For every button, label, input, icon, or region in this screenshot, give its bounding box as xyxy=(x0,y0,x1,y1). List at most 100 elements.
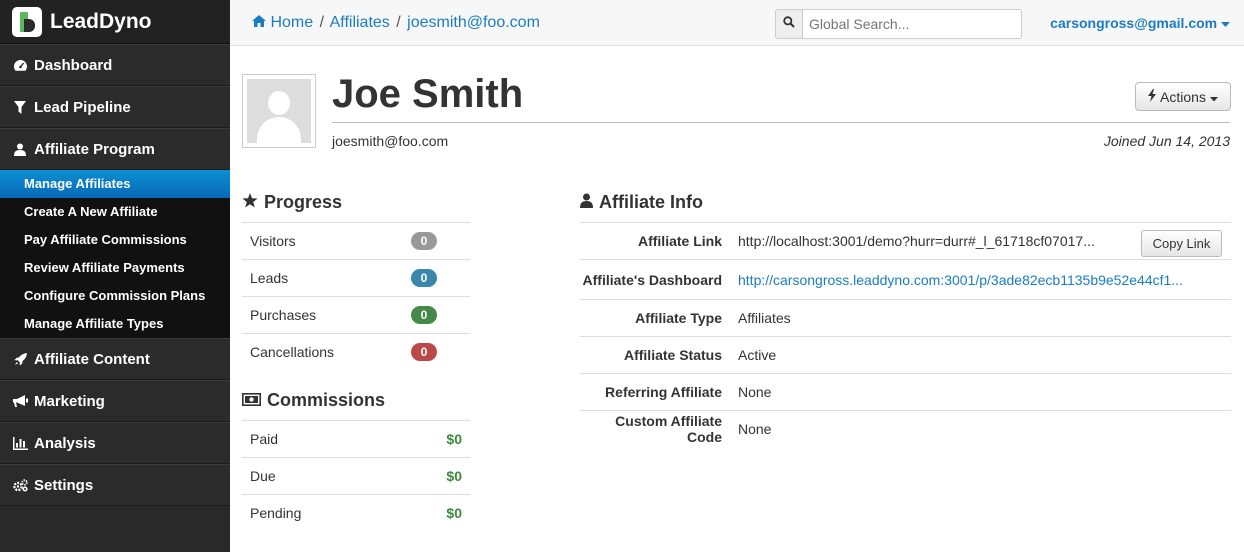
table-row: Custom Affiliate Code None xyxy=(580,410,1231,447)
sidebar-item-label: Analysis xyxy=(34,434,96,452)
table-row: Due $0 xyxy=(242,457,470,494)
leaddyno-logo-icon xyxy=(12,6,42,37)
breadcrumb-separator: / xyxy=(396,14,401,31)
breadcrumb-home[interactable]: Home xyxy=(270,14,313,31)
subnav-review-payments[interactable]: Review Affiliate Payments xyxy=(0,254,230,282)
commission-amount: $0 xyxy=(446,505,462,521)
actions-button[interactable]: Actions xyxy=(1135,82,1231,111)
info-label: Affiliate Link xyxy=(637,233,722,249)
affiliate-email: joesmith@foo.com xyxy=(332,133,449,149)
sidebar-item-lead-pipeline[interactable]: Lead Pipeline xyxy=(0,86,230,128)
info-label: Affiliate Type xyxy=(635,310,722,326)
rocket-icon xyxy=(12,352,28,366)
table-row: Affiliate Status Active xyxy=(580,336,1231,373)
affiliate-dashboard-link[interactable]: http://carsongross.leaddyno.com:3001/p/3… xyxy=(738,272,1208,288)
commission-amount: $0 xyxy=(446,431,462,447)
bullhorn-icon xyxy=(12,394,28,408)
caret-down-icon xyxy=(1209,89,1218,105)
table-row: Paid $0 xyxy=(242,420,470,457)
bar-chart-icon xyxy=(12,436,28,450)
progress-title: Progress xyxy=(264,192,343,212)
sidebar-item-affiliate-content[interactable]: Affiliate Content xyxy=(0,338,230,380)
info-value: Active xyxy=(738,347,777,363)
subnav-create-affiliate[interactable]: Create A New Affiliate xyxy=(0,198,230,226)
home-icon[interactable] xyxy=(252,14,270,31)
breadcrumb-affiliates[interactable]: Affiliates xyxy=(330,14,390,31)
global-search xyxy=(775,9,1022,39)
info-value: None xyxy=(738,421,772,437)
table-row: Visitors 0 xyxy=(242,222,470,259)
brand-name: LeadDyno xyxy=(50,9,152,33)
star-icon xyxy=(242,192,258,213)
sidebar-item-label: Settings xyxy=(34,476,94,494)
status-badge: 0 xyxy=(411,269,437,287)
avatar-placeholder-icon xyxy=(247,79,311,143)
page-title: Joe Smith xyxy=(332,72,524,116)
status-badge: 0 xyxy=(411,306,437,324)
status-badge: 0 xyxy=(411,232,437,250)
money-icon xyxy=(242,390,261,411)
table-row: Affiliate's Dashboard http://carsongross… xyxy=(580,259,1231,299)
bolt-icon xyxy=(1148,88,1157,105)
commission-label: Paid xyxy=(250,431,279,447)
affiliate-info-heading: Affiliate Info xyxy=(580,192,703,213)
affiliate-info-title: Affiliate Info xyxy=(599,192,703,212)
info-label: Referring Affiliate xyxy=(605,384,722,400)
info-value: Affiliates xyxy=(738,310,791,326)
subnav-configure-plans[interactable]: Configure Commission Plans xyxy=(0,282,230,310)
breadcrumb-separator: / xyxy=(319,14,325,31)
sidebar-item-label: Affiliate Program xyxy=(34,140,155,158)
user-email: carsongross@gmail.com xyxy=(1050,15,1218,31)
sidebar-item-analysis[interactable]: Analysis xyxy=(0,422,230,464)
avatar xyxy=(242,74,316,148)
status-badge: 0 xyxy=(411,343,437,361)
table-row: Purchases 0 xyxy=(242,296,470,333)
search-button[interactable] xyxy=(776,10,803,38)
sidebar-item-settings[interactable]: Settings xyxy=(0,464,230,506)
breadcrumb: Home / Affiliates / joesmith@foo.com xyxy=(252,14,540,32)
affiliate-program-subnav: Manage Affiliates Create A New Affiliate… xyxy=(0,170,230,338)
divider xyxy=(332,122,1230,123)
brand[interactable]: LeadDyno xyxy=(0,0,230,44)
info-label: Affiliate Status xyxy=(623,347,722,363)
commissions-title: Commissions xyxy=(267,390,386,410)
search-icon xyxy=(783,15,795,33)
affiliate-link-value: http://localhost:3001/demo?hurr=durr#_l_… xyxy=(738,233,1095,249)
table-row: Referring Affiliate None xyxy=(580,373,1231,410)
user-icon xyxy=(580,192,593,213)
subnav-manage-types[interactable]: Manage Affiliate Types xyxy=(0,310,230,338)
cogs-icon xyxy=(12,478,28,492)
user-menu[interactable]: carsongross@gmail.com xyxy=(1050,15,1230,31)
progress-label: Cancellations xyxy=(250,344,335,360)
info-value: None xyxy=(738,384,772,400)
search-input[interactable] xyxy=(803,10,1021,38)
table-row: Leads 0 xyxy=(242,259,470,296)
dashboard-icon xyxy=(12,59,28,72)
sidebar-item-label: Marketing xyxy=(34,392,105,410)
subnav-manage-affiliates[interactable]: Manage Affiliates xyxy=(0,170,230,198)
sidebar-item-dashboard[interactable]: Dashboard xyxy=(0,44,230,86)
breadcrumb-current[interactable]: joesmith@foo.com xyxy=(407,14,540,31)
progress-label: Leads xyxy=(250,270,289,286)
actions-label: Actions xyxy=(1160,88,1206,105)
sidebar: LeadDyno Dashboard Lead Pipeline Affilia… xyxy=(0,0,230,552)
progress-label: Purchases xyxy=(250,307,317,323)
user-icon xyxy=(12,143,28,156)
commission-label: Due xyxy=(250,468,276,484)
sidebar-item-affiliate-program[interactable]: Affiliate Program xyxy=(0,128,230,170)
progress-table: Visitors 0 Leads 0 Purchases 0 Cancellat… xyxy=(242,222,470,370)
joined-date: Joined Jun 14, 2013 xyxy=(1103,133,1230,149)
commission-amount: $0 xyxy=(446,468,462,484)
sidebar-item-marketing[interactable]: Marketing xyxy=(0,380,230,422)
subnav-pay-commissions[interactable]: Pay Affiliate Commissions xyxy=(0,226,230,254)
commission-label: Pending xyxy=(250,505,302,521)
table-row: Pending $0 xyxy=(242,494,470,531)
sidebar-item-label: Lead Pipeline xyxy=(34,98,131,116)
commissions-heading: Commissions xyxy=(242,390,385,411)
info-label: Custom Affiliate Code xyxy=(615,413,722,445)
progress-label: Visitors xyxy=(250,233,296,249)
copy-link-button[interactable]: Copy Link xyxy=(1141,230,1222,257)
table-row: Cancellations 0 xyxy=(242,333,470,370)
app: LeadDyno Dashboard Lead Pipeline Affilia… xyxy=(0,0,1244,552)
info-label: Affiliate's Dashboard xyxy=(582,271,722,288)
